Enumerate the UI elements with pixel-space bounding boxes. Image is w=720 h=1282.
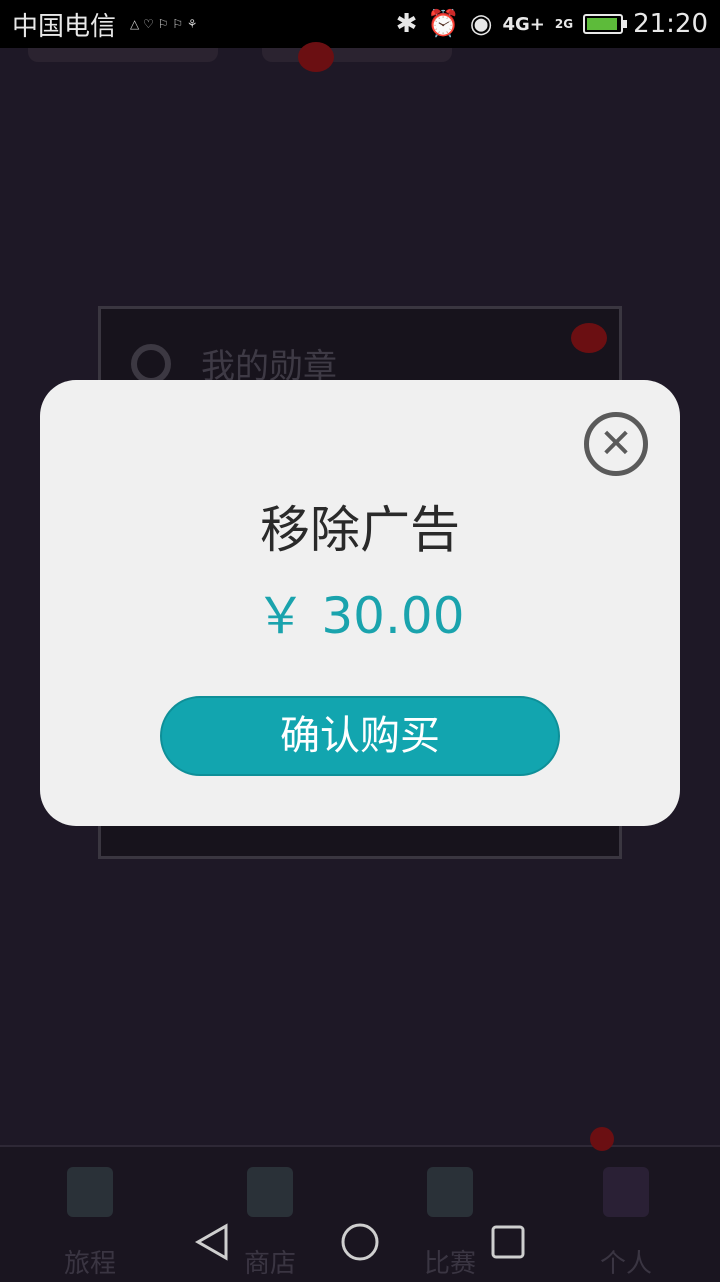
remove-ads-dialog: ✕ 移除广告 ￥ 30.00 确认购买 bbox=[40, 380, 680, 826]
network-2g-label: 2G bbox=[554, 17, 574, 31]
home-key-icon[interactable] bbox=[340, 1222, 380, 1262]
back-key-icon[interactable] bbox=[194, 1222, 230, 1262]
top-decoration bbox=[28, 48, 218, 62]
alarm-icon: ⏰ bbox=[427, 9, 460, 39]
close-icon: ✕ bbox=[599, 421, 633, 467]
clock: 21:20 bbox=[633, 9, 708, 39]
notification-dot bbox=[571, 323, 607, 353]
confirm-purchase-button[interactable]: 确认购买 bbox=[160, 696, 560, 776]
bottom-navigation: 旅程 商店 比赛 个人 bbox=[0, 1127, 720, 1282]
recents-key-icon[interactable] bbox=[490, 1224, 526, 1260]
network-4g-label: 4G+ bbox=[502, 13, 545, 35]
notification-icon: △ ♡ ⚐ ⚐ ⚘ bbox=[130, 17, 198, 31]
system-softkeys bbox=[0, 1202, 720, 1282]
carrier-label: 中国电信 bbox=[12, 11, 117, 42]
eye-icon: ◉ bbox=[469, 9, 493, 39]
dialog-title: 移除广告 bbox=[260, 501, 460, 559]
close-button[interactable]: ✕ bbox=[584, 412, 648, 476]
medal-icon bbox=[131, 343, 171, 384]
status-bar: 中国电信 △ ♡ ⚐ ⚐ ⚘ ✱ ⏰ ◉ 4G+ 2G 21:20 bbox=[0, 0, 720, 48]
bluetooth-icon: ✱ bbox=[395, 9, 418, 39]
notification-dot bbox=[298, 42, 334, 72]
notification-dot bbox=[590, 1127, 614, 1151]
battery-icon bbox=[583, 14, 628, 34]
top-decoration bbox=[262, 48, 452, 62]
price-label: ￥ 30.00 bbox=[255, 587, 465, 645]
